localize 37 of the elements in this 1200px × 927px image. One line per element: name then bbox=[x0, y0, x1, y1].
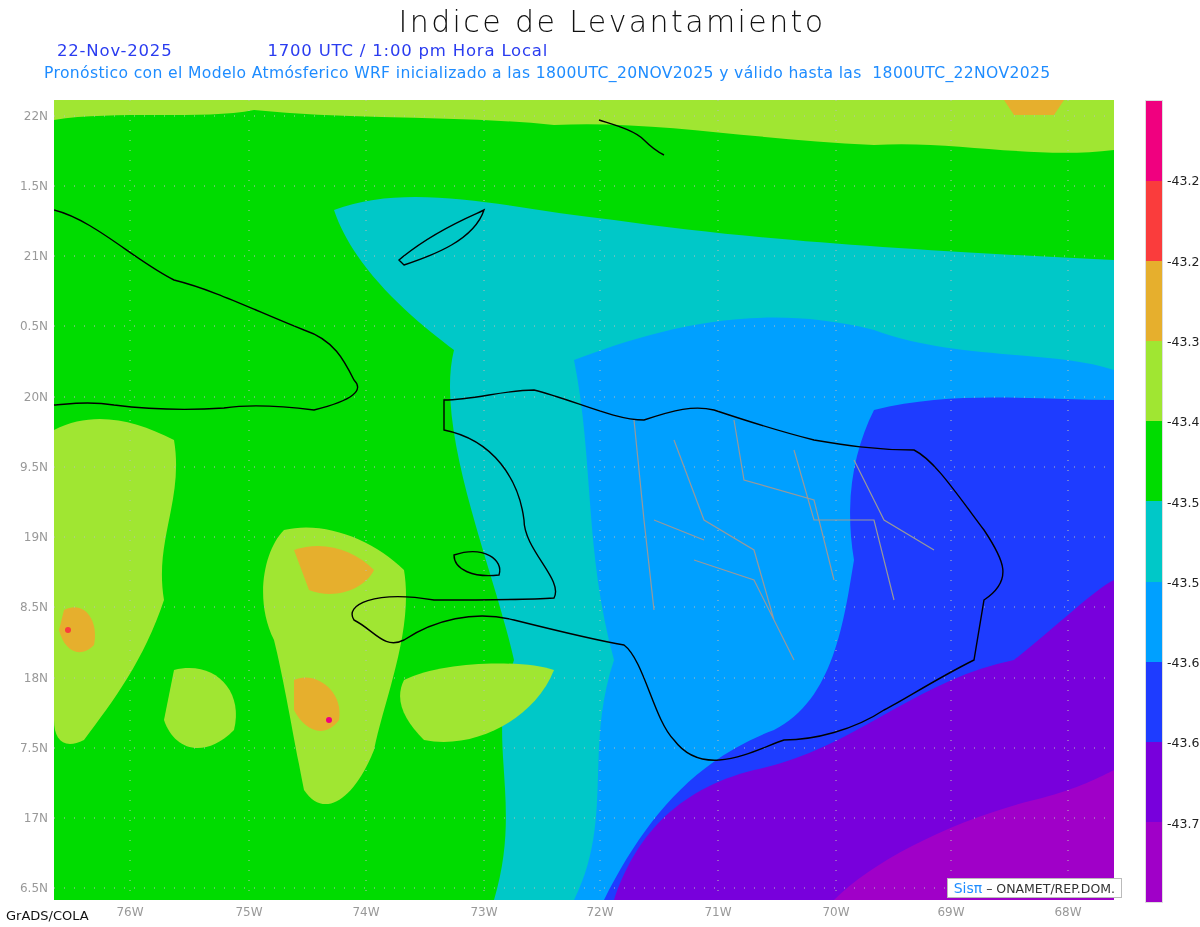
latitude-label: 0.5N bbox=[19, 319, 48, 333]
longitude-label: 76W bbox=[116, 905, 144, 919]
scale-label: -43.7 bbox=[1167, 815, 1200, 831]
latitude-label: 6.5N bbox=[19, 881, 48, 895]
forecast-time: 1700 UTC / 1:00 pm Hora Local bbox=[267, 41, 549, 61]
latitude-label: 20N bbox=[23, 390, 48, 404]
scale-label: -43.5 bbox=[1167, 574, 1200, 590]
forecast-date: 22-Nov-2025 bbox=[57, 41, 173, 61]
latitude-label: 1.5N bbox=[19, 179, 48, 193]
latitude-label: 7.5N bbox=[19, 741, 48, 755]
longitude-label: 71W bbox=[704, 905, 732, 919]
scale-label: -43.2 bbox=[1167, 253, 1200, 269]
longitude-label: 69W bbox=[937, 905, 965, 919]
latitude-label: 9.5N bbox=[19, 460, 48, 474]
scale-label: -43.3 bbox=[1167, 333, 1200, 349]
longitude-label: 73W bbox=[470, 905, 498, 919]
longitude-label: 68W bbox=[1054, 905, 1082, 919]
longitude-label: 75W bbox=[235, 905, 263, 919]
latitude-label: 17N bbox=[23, 811, 48, 825]
software-credit: GrADS/COLA bbox=[6, 908, 89, 925]
scale-label: -43.4 bbox=[1167, 413, 1200, 429]
longitude-label: 70W bbox=[822, 905, 850, 919]
latitude-label: 21N bbox=[23, 249, 48, 263]
latitude-label: 19N bbox=[23, 530, 48, 544]
scale-label: -43.5 bbox=[1167, 494, 1200, 509]
longitude-label: 72W bbox=[586, 905, 614, 919]
credit-text: – ONAMET/REP.DOM. bbox=[986, 880, 1115, 896]
scale-label: -43.6 bbox=[1167, 654, 1200, 670]
credit-logo: Sisπ bbox=[953, 880, 983, 896]
scale-label: -43.2 bbox=[1167, 172, 1200, 188]
latitude-label: 18N bbox=[23, 671, 48, 685]
scale-label: -43.6 bbox=[1167, 734, 1200, 750]
latitude-label: 8.5N bbox=[19, 600, 48, 614]
forecast-description: Pronóstico con el Modelo Atmósferico WRF inicializado a las 1800UTC_20NOV2025 y válido hasta las 1800UTC_22NOV2025 bbox=[44, 63, 1051, 83]
map-title: Indice de Levantamiento bbox=[397, 4, 826, 40]
longitude-label: 74W bbox=[352, 905, 380, 919]
latitude-label: 22N bbox=[23, 109, 48, 123]
